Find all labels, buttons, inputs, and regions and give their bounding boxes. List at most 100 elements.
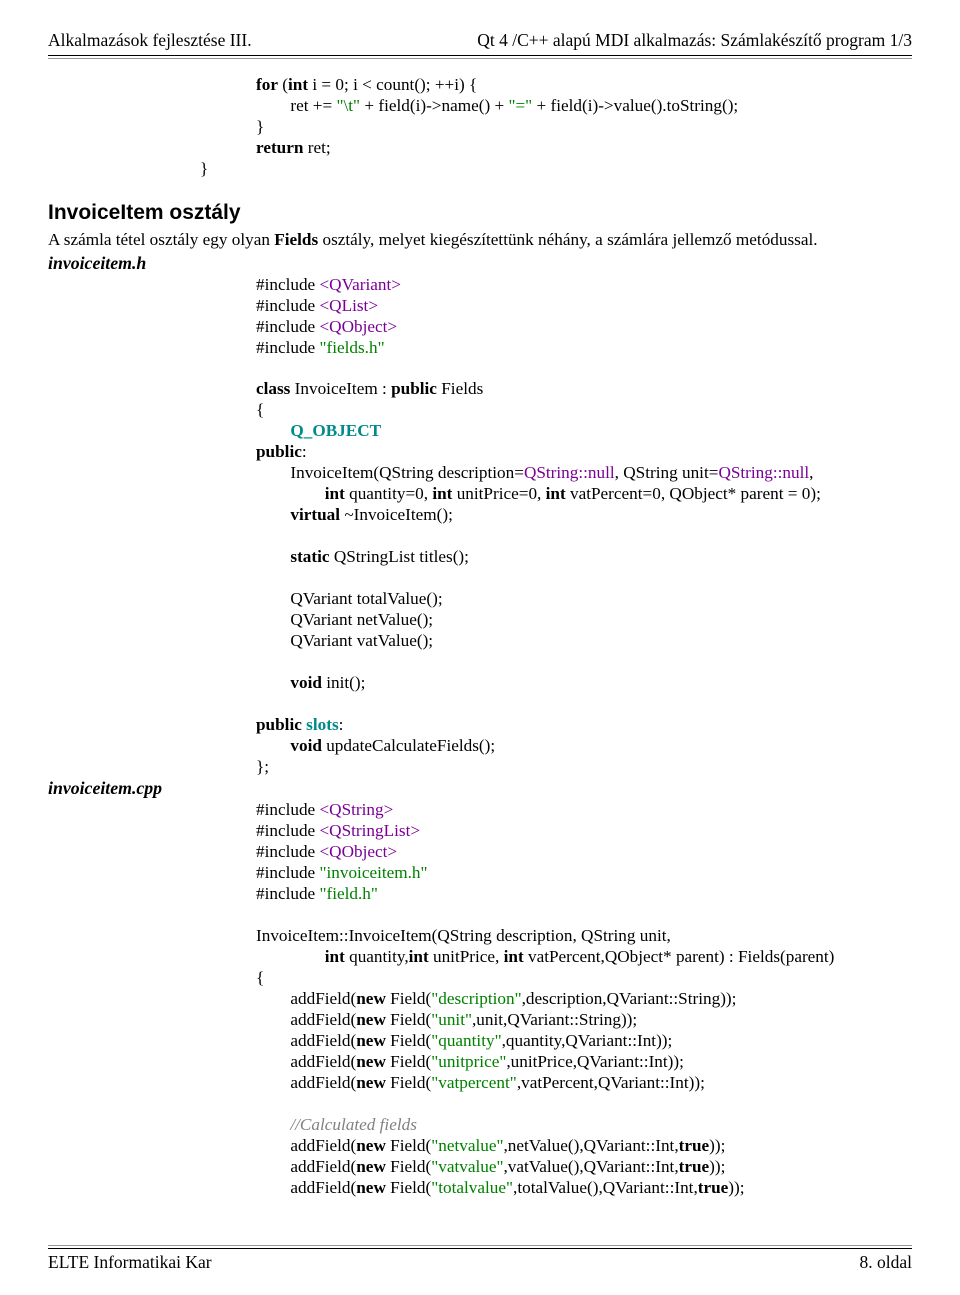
t: ,: [537, 484, 546, 503]
inc: #include: [256, 821, 319, 840]
t: vatPercent=: [566, 484, 653, 503]
t: quantity=: [345, 484, 415, 503]
inc-file: <QStringList>: [319, 821, 420, 840]
str: "vatpercent": [431, 1073, 517, 1092]
kw-int: int: [432, 484, 452, 503]
kw-void: void: [290, 736, 322, 755]
decl: QVariant totalValue();: [290, 589, 442, 608]
kw-new: new: [356, 1031, 386, 1050]
kw-new: new: [356, 1052, 386, 1071]
section-title-invoiceitem: InvoiceItem osztály: [48, 200, 912, 226]
brace: };: [256, 757, 269, 776]
kw-public: public: [256, 442, 302, 461]
t: InvoiceItem :: [290, 379, 391, 398]
inc-file: <QString>: [319, 800, 393, 819]
kw-int: int: [409, 947, 429, 966]
t: Fields: [437, 379, 483, 398]
t: unitPrice,: [429, 947, 504, 966]
inc: #include: [256, 317, 319, 336]
t: (: [278, 75, 288, 94]
inc: #include: [256, 275, 319, 294]
footer: ELTE Informatikai Kar 8. oldal: [48, 1245, 912, 1273]
kw-virtual: virtual: [290, 505, 340, 524]
kw-new: new: [356, 1136, 386, 1155]
str: "=": [508, 96, 532, 115]
header-right: Qt 4 /C++ alapú MDI alkalmazás: Számlaké…: [477, 30, 912, 51]
footer-right: 8. oldal: [860, 1252, 913, 1273]
t: Field(: [386, 1157, 431, 1176]
kw-true: true: [679, 1157, 710, 1176]
n: 0: [415, 484, 424, 503]
inc-file: "field.h": [319, 884, 377, 903]
kw-new: new: [356, 989, 386, 1008]
t: ,unitPrice,QVariant::Int));: [506, 1052, 684, 1071]
t: quantity,: [345, 947, 409, 966]
t: InvoiceItem(QString description=: [290, 463, 524, 482]
t: , QObject* parent =: [661, 484, 802, 503]
num: 0: [335, 75, 344, 94]
t: ~InvoiceItem();: [340, 505, 453, 524]
t: ,quantity,QVariant::Int));: [502, 1031, 673, 1050]
kw-slots: slots: [306, 715, 338, 734]
t: Field(: [386, 1073, 431, 1092]
str: "quantity": [431, 1031, 501, 1050]
brace: {: [256, 400, 264, 419]
footer-left: ELTE Informatikai Kar: [48, 1252, 212, 1273]
t: ret +=: [290, 96, 336, 115]
kw-int: int: [546, 484, 566, 503]
n: 0: [528, 484, 537, 503]
kw-for: for: [256, 75, 278, 94]
str: "totalvalue": [431, 1178, 513, 1197]
t: ,: [809, 463, 813, 482]
fields-bold: Fields: [274, 230, 318, 249]
t: addField(: [290, 1178, 356, 1197]
qnull: QString::null: [524, 463, 615, 482]
file-label-cpp: invoiceitem.cpp: [48, 778, 912, 800]
qnull: QString::null: [718, 463, 809, 482]
code-closing-brace: }: [200, 159, 912, 180]
t: Field(: [386, 1052, 431, 1071]
t: Field(: [386, 1136, 431, 1155]
comment-calculated: //Calculated fields: [290, 1115, 417, 1134]
t: ,vatValue(),QVariant::Int,: [503, 1157, 678, 1176]
t: i =: [308, 75, 335, 94]
str: "unit": [431, 1010, 472, 1029]
t: Field(: [386, 1010, 431, 1029]
t: updateCalculateFields();: [322, 736, 495, 755]
t: ,description,QVariant::String));: [522, 989, 737, 1008]
code-snippet-top: for (int i = 0; i < count(); ++i) { ret …: [256, 75, 912, 159]
t: ,netValue(),QVariant::Int,: [503, 1136, 678, 1155]
t: ; i < count(); ++i) {: [344, 75, 477, 94]
header-left: Alkalmazások fejlesztése III.: [48, 30, 252, 51]
str: "description": [431, 989, 521, 1008]
kw-int: int: [288, 75, 308, 94]
str: "vatvalue": [431, 1157, 503, 1176]
kw-int: int: [325, 484, 345, 503]
file-label-h: invoiceitem.h: [48, 253, 912, 275]
code-invoiceitem-h: #include <QVariant> #include <QList> #in…: [256, 275, 912, 779]
n: 0: [652, 484, 661, 503]
t: Field(: [386, 1178, 431, 1197]
kw-static: static: [290, 547, 329, 566]
kw-int: int: [504, 947, 524, 966]
kw-new: new: [356, 1157, 386, 1176]
t: addField(: [290, 1052, 356, 1071]
t: A számla tétel osztály egy olyan: [48, 230, 274, 249]
t: addField(: [290, 1031, 356, 1050]
t: Field(: [386, 1031, 431, 1050]
inc-file: "fields.h": [319, 338, 384, 357]
t: addField(: [290, 989, 356, 1008]
inc-file: <QObject>: [319, 842, 397, 861]
t: + field(i)->name() +: [360, 96, 508, 115]
kw-new: new: [356, 1178, 386, 1197]
inc-file: "invoiceitem.h": [319, 863, 427, 882]
t: unitPrice=: [452, 484, 528, 503]
inc: #include: [256, 863, 319, 882]
section-paragraph: A számla tétel osztály egy olyan Fields …: [48, 230, 912, 251]
header-underline: [48, 58, 912, 59]
q-object-macro: Q_OBJECT: [290, 421, 381, 440]
inc: #include: [256, 800, 319, 819]
t: ));: [728, 1178, 744, 1197]
kw-public: public: [391, 379, 437, 398]
colon: :: [339, 715, 344, 734]
